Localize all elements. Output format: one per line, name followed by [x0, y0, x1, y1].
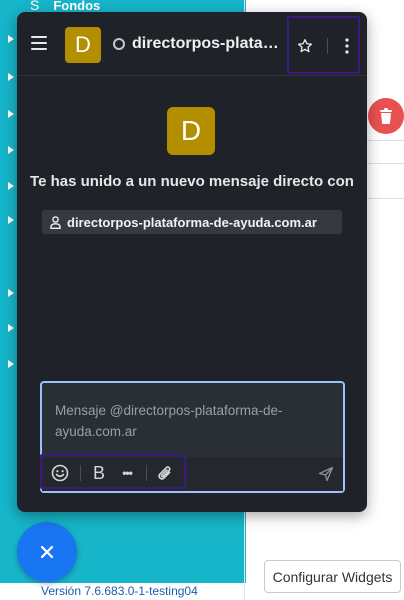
- menu-icon[interactable]: [31, 36, 47, 50]
- joined-message: Te has unido a un nuevo mensaje directo …: [30, 173, 354, 190]
- attach-icon[interactable]: [155, 463, 175, 483]
- expand-arrow-icon[interactable]: [8, 182, 14, 190]
- room-title[interactable]: directorpos-plataforma-de-ayuda.com.ar: [132, 35, 284, 53]
- avatar[interactable]: D: [65, 27, 101, 63]
- composer-toolbar: B •••: [40, 454, 343, 491]
- expand-arrow-icon[interactable]: [8, 216, 14, 224]
- version-label: Versión 7.6.683.0-1-testing04: [41, 584, 198, 598]
- expand-arrow-icon[interactable]: [8, 35, 14, 43]
- expand-arrow-icon[interactable]: [8, 110, 14, 118]
- kebab-icon[interactable]: [337, 36, 357, 56]
- username-label: directorpos-plataforma-de-ayuda.com.ar: [67, 214, 317, 230]
- more-icon[interactable]: •••: [117, 463, 137, 483]
- send-icon[interactable]: [316, 464, 336, 484]
- delete-button[interactable]: [368, 98, 404, 134]
- expand-arrow-icon[interactable]: [8, 73, 14, 81]
- user-icon: [50, 215, 62, 229]
- expand-arrow-icon[interactable]: [8, 324, 14, 332]
- chat-popup: D directorpos-plataforma-de-ayuda.com.ar…: [17, 12, 367, 512]
- toolbar-divider: [146, 465, 147, 481]
- user-mention-chip[interactable]: directorpos-plataforma-de-ayuda.com.ar: [42, 210, 342, 234]
- trash-icon: [380, 108, 392, 124]
- formatting-toolbar-group: B •••: [40, 454, 186, 489]
- close-chat-button[interactable]: [17, 522, 77, 582]
- expand-arrow-icon[interactable]: [8, 289, 14, 297]
- expand-arrow-icon[interactable]: [8, 360, 14, 368]
- emoji-icon[interactable]: [50, 463, 70, 483]
- divider: [327, 38, 328, 54]
- toolbar-divider: [80, 465, 81, 481]
- chat-header: D directorpos-plataforma-de-ayuda.com.ar: [17, 12, 367, 76]
- message-input[interactable]: [42, 383, 343, 457]
- expand-arrow-icon[interactable]: [8, 146, 14, 154]
- configure-widgets-button[interactable]: Configurar Widgets: [264, 560, 401, 593]
- close-icon: [40, 545, 54, 559]
- welcome-avatar: D: [167, 107, 215, 155]
- star-icon[interactable]: [295, 36, 315, 56]
- status-dot-icon: [113, 38, 125, 50]
- bold-icon[interactable]: B: [89, 463, 109, 483]
- message-composer: B •••: [40, 381, 345, 493]
- header-actions: [287, 16, 360, 74]
